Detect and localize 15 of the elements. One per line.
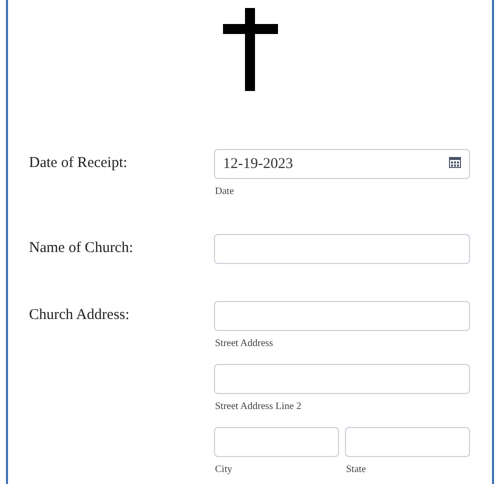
field-caption: State — [346, 464, 367, 475]
field-label: Date of Receipt: — [29, 154, 128, 172]
date-field[interactable]: 12-19-2023 — [214, 149, 470, 179]
text-field[interactable] — [214, 301, 470, 331]
text-field[interactable] — [345, 427, 470, 457]
text-field[interactable] — [214, 427, 339, 457]
field-label: Name of Church: — [29, 239, 134, 257]
text-field[interactable] — [214, 364, 470, 394]
field-caption: City — [215, 464, 234, 475]
text-field[interactable] — [214, 234, 470, 264]
field-label: Church Address: — [29, 306, 130, 324]
field-caption: Date — [215, 186, 235, 197]
field-caption: Street Address Line 2 — [215, 401, 302, 412]
field-caption: Street Address — [215, 338, 274, 349]
calendar-icon[interactable] — [449, 156, 461, 168]
